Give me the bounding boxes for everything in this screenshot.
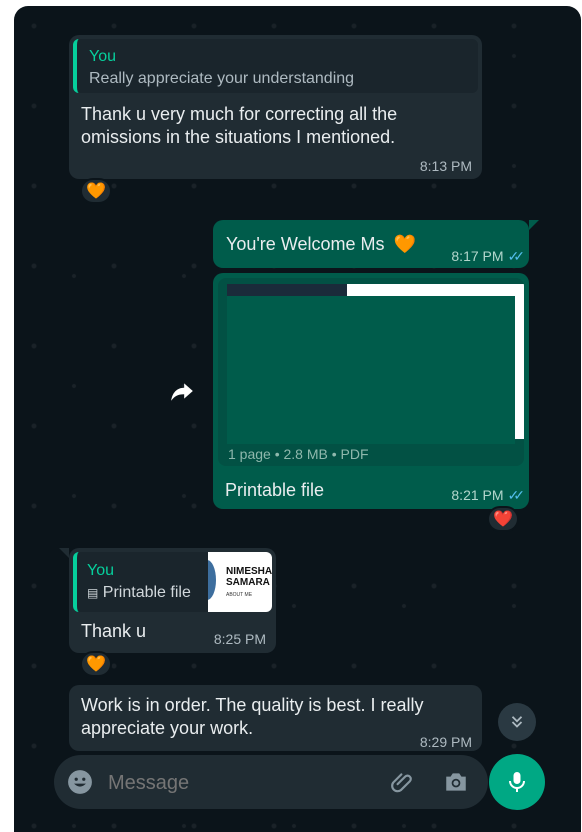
message-composer[interactable] xyxy=(54,755,488,809)
quoted-reply[interactable]: You Really appreciate your understanding xyxy=(73,39,478,93)
microphone-icon xyxy=(509,772,525,792)
quote-author: You xyxy=(89,48,116,65)
heart-reaction-icon: 🧡 xyxy=(86,656,106,673)
message-bubble-2[interactable]: You're Welcome Ms 🧡 8:17 PM ✓✓ xyxy=(213,220,529,268)
message-bubble-1[interactable]: You Really appreciate your understanding… xyxy=(69,35,482,179)
message-text: Work is in order. The quality is best. I… xyxy=(81,695,424,738)
double-check-icon: ✓✓ xyxy=(507,248,526,264)
heart-emoji-icon: 🧡 xyxy=(393,234,416,254)
chat-screen: You Really appreciate your understanding… xyxy=(14,6,581,832)
bubble-tail xyxy=(59,548,69,558)
message-time: 8:13 PM xyxy=(419,158,472,174)
paperclip-icon[interactable] xyxy=(390,769,416,795)
bubble-tail xyxy=(529,220,539,230)
quote-thumbnail: NIMESHA SAMARA ABOUT ME xyxy=(208,552,272,612)
message-time: 8:21 PM ✓✓ xyxy=(451,487,526,504)
document-thumbnail xyxy=(227,284,524,444)
message-bubble-3[interactable]: 1 page • 2.8 MB • PDF Printable file 8:2… xyxy=(213,273,529,509)
message-time: 8:29 PM xyxy=(419,734,472,750)
message-time: 8:17 PM ✓✓ xyxy=(451,248,526,265)
thumbnail-heading: ABOUT ME xyxy=(226,592,253,598)
heart-reaction-icon: ❤️ xyxy=(493,511,513,528)
document-icon: ▤ xyxy=(87,586,99,600)
reaction-badge[interactable]: ❤️ xyxy=(487,506,519,532)
forward-icon[interactable] xyxy=(169,378,195,404)
quote-text-label: Printable file xyxy=(102,584,191,601)
scroll-to-bottom-button[interactable] xyxy=(498,703,536,741)
quoted-reply[interactable]: You ▤ Printable file NIMESHA SAMARA ABOU… xyxy=(73,552,272,612)
message-text: Thank u xyxy=(81,621,147,641)
time-label: 8:17 PM xyxy=(451,248,504,264)
document-preview[interactable]: 1 page • 2.8 MB • PDF xyxy=(218,278,524,466)
quote-text: Really appreciate your understanding xyxy=(89,70,355,87)
reaction-badge[interactable]: 🧡 xyxy=(80,178,112,204)
file-meta: 1 page • 2.8 MB • PDF xyxy=(228,446,369,462)
chevron-double-down-icon xyxy=(511,716,523,728)
time-label: 8:21 PM xyxy=(451,487,504,503)
voice-record-button[interactable] xyxy=(489,754,545,810)
message-text: Thank u very much for correcting all the… xyxy=(81,104,398,147)
message-input[interactable] xyxy=(106,767,370,799)
message-text-content: You're Welcome Ms xyxy=(226,234,385,254)
double-check-icon: ✓✓ xyxy=(507,487,526,503)
camera-icon[interactable] xyxy=(443,769,469,795)
thumbnail-name-line: SAMARA xyxy=(226,577,270,588)
message-bubble-4[interactable]: You ▤ Printable file NIMESHA SAMARA ABOU… xyxy=(69,548,276,653)
thumbnail-name-line: NIMESHA xyxy=(226,566,272,577)
message-bubble-5[interactable]: Work is in order. The quality is best. I… xyxy=(69,685,482,751)
reaction-badge[interactable]: 🧡 xyxy=(80,651,112,677)
emoji-icon[interactable] xyxy=(67,769,93,795)
document-caption: Printable file xyxy=(225,480,325,500)
message-text: You're Welcome Ms 🧡 xyxy=(226,233,416,256)
heart-reaction-icon: 🧡 xyxy=(86,183,106,200)
message-time: 8:25 PM xyxy=(213,631,266,647)
